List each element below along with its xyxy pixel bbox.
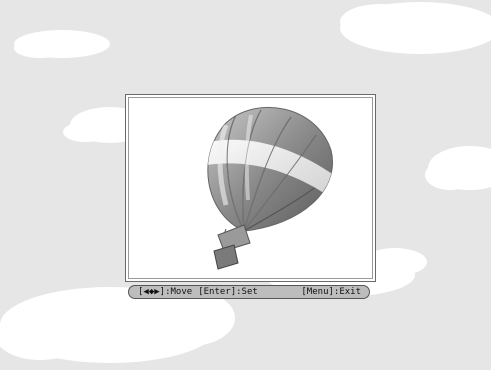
set-hint: [Enter]:Set	[198, 287, 258, 297]
move-hint: [◀◆▶]:Move	[138, 287, 193, 297]
hot-air-balloon-image	[207, 106, 333, 270]
image-preview-frame[interactable]	[125, 94, 376, 282]
help-bar: [◀◆▶]:Move [Enter]:Set [Menu]:Exit	[128, 285, 370, 299]
screen: [◀◆▶]:Move [Enter]:Set [Menu]:Exit	[0, 0, 491, 370]
exit-hint: [Menu]:Exit	[301, 287, 361, 297]
help-left-group: [◀◆▶]:Move [Enter]:Set	[138, 286, 258, 298]
